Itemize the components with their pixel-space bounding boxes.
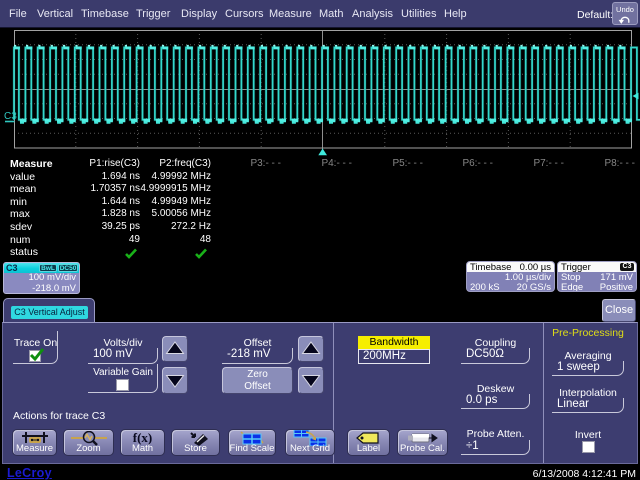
svg-text:C3: C3 [4,111,17,122]
